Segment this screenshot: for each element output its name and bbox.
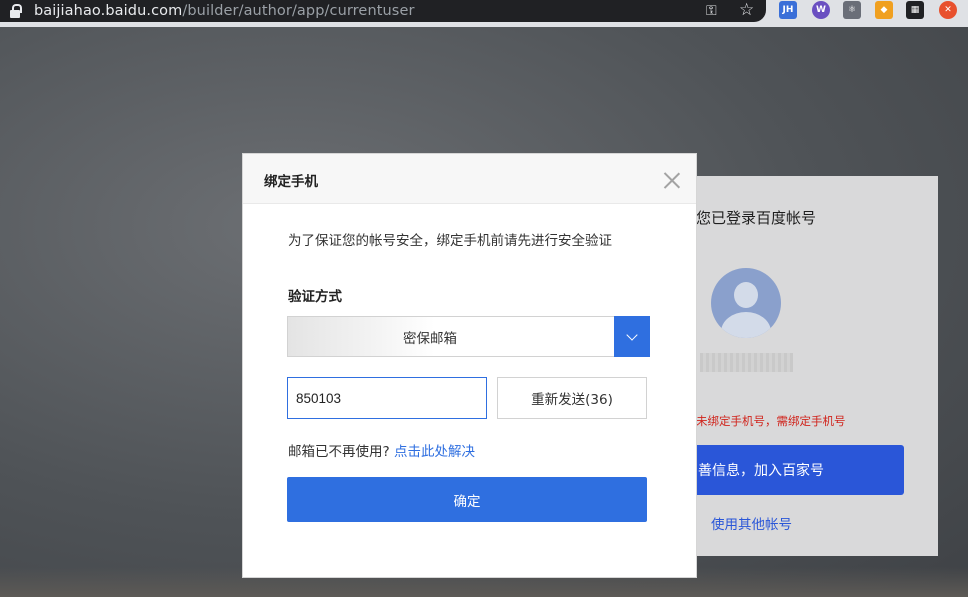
verify-method-value: 密保邮箱 xyxy=(403,330,457,347)
browser-toolbar: baijiahao.baidu.com/builder/author/app/c… xyxy=(0,0,968,27)
confirm-button[interactable]: 确定 xyxy=(287,477,647,522)
chevron-down-icon[interactable] xyxy=(614,316,650,357)
w-extension-icon[interactable]: W xyxy=(812,1,830,19)
verify-method-select[interactable]: 密保邮箱 xyxy=(287,316,650,357)
react-extension-icon[interactable]: ⚛ xyxy=(843,1,861,19)
avatar xyxy=(711,268,781,338)
username-redacted xyxy=(700,353,793,372)
card-title: 您已登录百度帐号 xyxy=(696,209,817,227)
key-icon[interactable]: ⚿ xyxy=(706,3,724,19)
verify-method-label: 验证方式 xyxy=(288,289,342,305)
email-unavailable-prefix: 邮箱已不再使用? xyxy=(288,444,390,460)
resend-code-button[interactable]: 重新发送(36) xyxy=(497,377,647,419)
security-tip: 为了保证您的帐号安全，绑定手机前请先进行安全验证 xyxy=(288,233,612,249)
join-baijiahao-button[interactable]: 善信息，加入百家号 xyxy=(696,445,904,495)
bind-phone-dialog: 绑定手机 为了保证您的帐号安全，绑定手机前请先进行安全验证 验证方式 密保邮箱 … xyxy=(242,153,697,578)
switch-account-link[interactable]: 使用其他帐号 xyxy=(711,513,792,533)
lock-icon[interactable] xyxy=(10,4,22,18)
url-text[interactable]: baijiahao.baidu.com/builder/author/app/c… xyxy=(34,3,415,19)
close-icon[interactable] xyxy=(663,171,681,189)
dialog-header: 绑定手机 xyxy=(243,154,696,204)
resolve-link[interactable]: 点击此处解决 xyxy=(394,444,475,460)
jh-extension-icon[interactable]: JH xyxy=(779,1,797,19)
qr-code-extension-icon[interactable]: ▦ xyxy=(906,1,924,19)
email-unavailable-text: 邮箱已不再使用? 点击此处解决 xyxy=(288,440,475,460)
verification-code-input[interactable] xyxy=(287,377,487,419)
card-warning: 未绑定手机号，需绑定手机号 xyxy=(696,414,846,428)
red-extension-icon[interactable]: ✕ xyxy=(939,1,957,19)
login-status-card: 您已登录百度帐号 未绑定手机号，需绑定手机号 善信息，加入百家号 使用其他帐号 xyxy=(696,176,938,556)
dialog-title: 绑定手机 xyxy=(264,174,318,190)
star-icon[interactable]: ☆ xyxy=(739,0,754,20)
address-bar[interactable]: baijiahao.baidu.com/builder/author/app/c… xyxy=(0,0,766,22)
orange-extension-icon[interactable]: ◆ xyxy=(875,1,893,19)
